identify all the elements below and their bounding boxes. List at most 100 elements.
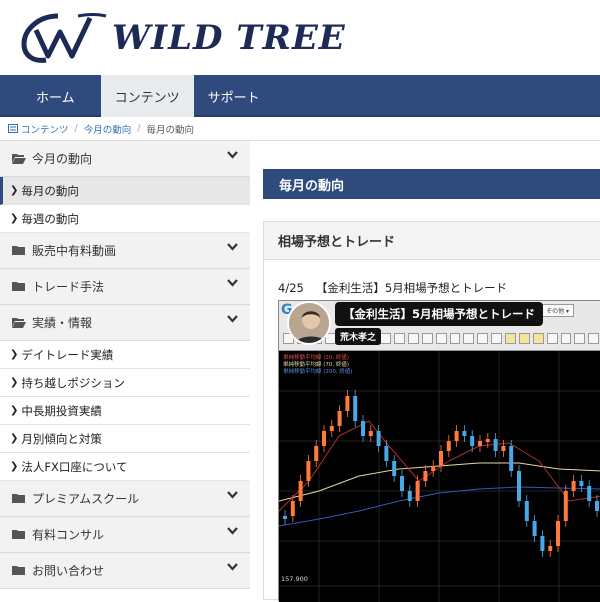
chevron-right-icon: ❯ — [10, 185, 19, 196]
toolbar-button[interactable] — [449, 332, 461, 344]
toolbar-button[interactable] — [435, 332, 447, 344]
sidebar-item-day-trade[interactable]: ❯ デイトレード実績 — [0, 341, 250, 369]
candle-body — [517, 471, 521, 501]
candle-body — [446, 441, 451, 451]
legend-sma70: 単純移動平均線 (70, 終値) — [283, 360, 349, 368]
candle-body — [431, 466, 436, 471]
video-title: 【金利生活】5月相場予想とトレード — [335, 302, 543, 326]
sidebar-category-premium-school[interactable]: プレミアムスクール — [0, 481, 250, 517]
toolbar-button[interactable] — [407, 332, 419, 344]
candle-body — [322, 431, 326, 446]
breadcrumb-current: 毎月の動向 — [146, 124, 194, 136]
sidebar-item-label: 持ち越しポジション — [21, 375, 125, 390]
sidebar-item-long-term[interactable]: ❯ 中長期投資実績 — [0, 397, 250, 425]
sidebar-item-weekly[interactable]: ❯ 毎週の動向 — [0, 205, 250, 233]
candle-body — [361, 421, 365, 436]
chevron-right-icon: ❯ — [10, 405, 19, 416]
toolbar-button[interactable] — [380, 332, 391, 344]
toolbar-button[interactable] — [505, 332, 516, 344]
sidebar-item-corporate-fx[interactable]: ❯ 法人FX口座について — [0, 453, 250, 481]
candle-body — [548, 546, 553, 551]
sidebar-item-label: 月別傾向と対策 — [21, 431, 102, 446]
site-logo[interactable]: WILD TREE — [18, 8, 346, 68]
candle-body — [368, 431, 373, 436]
sidebar-item-label: 毎週の動向 — [21, 211, 79, 226]
candle-body — [501, 446, 506, 451]
toolbar-dropdown[interactable]: その他 ▾ — [541, 304, 574, 317]
chevron-down-icon — [227, 315, 238, 323]
candle-body — [384, 446, 389, 461]
sidebar-category-label: お問い合わせ — [32, 564, 105, 578]
candle-body — [587, 486, 592, 501]
sidebar-item-label: 法人FX口座について — [21, 459, 128, 474]
sidebar-category-trade-method[interactable]: トレード手法 — [0, 269, 250, 305]
candle-body — [509, 446, 514, 471]
panel-title: 相場予想とトレード — [264, 222, 600, 260]
sidebar-item-label: 毎月の動向 — [21, 183, 79, 198]
chevron-right-icon: ❯ — [10, 213, 19, 224]
toolbar-button[interactable] — [518, 332, 530, 344]
candle-body — [345, 396, 350, 411]
toolbar-button[interactable] — [491, 332, 502, 344]
sidebar-category-monthly[interactable]: 今月の動向 — [0, 141, 250, 177]
sidebar-category-contact[interactable]: お問い合わせ — [0, 553, 250, 589]
sidebar-category-results[interactable]: 実績・情報 — [0, 305, 250, 341]
chevron-right-icon: ❯ — [10, 377, 19, 388]
sidebar-category-label: 有料コンサル — [32, 528, 105, 542]
chevron-down-icon — [227, 243, 238, 251]
sidebar-item-monthly-tendency[interactable]: ❯ 月別傾向と対策 — [0, 425, 250, 453]
list-icon — [8, 124, 18, 133]
chart-legend: 単純移動平均線 (20, 終値) 単純移動平均線 (70, 終値) 単純移動平均… — [283, 353, 353, 375]
post-title-text: 【金利生活】5月相場予想とトレード — [315, 281, 508, 295]
nav-home[interactable]: ホーム — [0, 75, 101, 117]
post-date: 4/25 — [278, 281, 304, 295]
candle-body — [329, 426, 334, 431]
video-player[interactable]: G その他 ▾ 単純移動平均線 (20, 終値) 単純移動平均線 (70, 終値… — [278, 300, 600, 602]
candle-body — [415, 481, 420, 501]
sidebar-item-carry-position[interactable]: ❯ 持ち越しポジション — [0, 369, 250, 397]
sidebar-item-monthly[interactable]: ❯ 毎月の動向 — [0, 177, 250, 205]
chevron-down-icon — [227, 527, 238, 535]
site-header: WILD TREE — [0, 0, 600, 75]
sidebar-category-label: 実績・情報 — [32, 316, 93, 330]
toolbar-button[interactable] — [394, 332, 405, 344]
sidebar-item-label: デイトレード実績 — [21, 347, 114, 362]
sidebar-category-label: トレード手法 — [32, 280, 105, 294]
candle-body — [454, 431, 459, 441]
candle-body — [478, 441, 482, 446]
chevron-right-icon: ❯ — [10, 461, 19, 472]
candle-body — [376, 431, 381, 446]
price-label: 157.900 — [281, 575, 308, 583]
candle-body — [353, 396, 358, 421]
sidebar-category-paid-video[interactable]: 販売中有料動画 — [0, 233, 250, 269]
folder-icon — [12, 494, 25, 503]
sidebar-item-label: 中長期投資実績 — [21, 403, 102, 418]
candle-body — [579, 481, 584, 486]
wild-tree-emblem-icon — [21, 13, 107, 63]
breadcrumb-contents[interactable]: コンテンツ — [21, 122, 69, 136]
toolbar-button[interactable] — [463, 332, 475, 344]
candle-body — [470, 436, 475, 446]
sidebar-category-label: 今月の動向 — [32, 152, 93, 166]
toolbar-button[interactable] — [560, 332, 572, 344]
main-nav: ホーム コンテンツ サポート — [0, 75, 600, 117]
toolbar-button[interactable] — [532, 332, 544, 344]
breadcrumb-monthly-trend[interactable]: 今月の動向 — [84, 122, 132, 136]
toolbar-button[interactable] — [477, 332, 489, 344]
candle-body — [407, 491, 412, 501]
nav-support[interactable]: サポート — [194, 75, 274, 117]
candle-body — [337, 411, 342, 426]
chevron-down-icon — [227, 491, 238, 499]
nav-contents[interactable]: コンテンツ — [100, 75, 194, 117]
toolbar-button[interactable] — [588, 332, 600, 344]
candle-body — [493, 439, 498, 451]
main-content: 毎月の動向 相場予想とトレード 4/25 【金利生活】5月相場予想とトレード G … — [263, 141, 600, 602]
toolbar-button[interactable] — [574, 332, 586, 344]
toolbar-button[interactable] — [421, 332, 433, 344]
candle-body — [314, 446, 319, 461]
sidebar-category-consult[interactable]: 有料コンサル — [0, 517, 250, 553]
candle-body — [298, 481, 303, 501]
toolbar-button[interactable] — [546, 332, 558, 344]
candle-body — [439, 451, 443, 466]
legend-sma20: 単純移動平均線 (20, 終値) — [283, 353, 349, 361]
